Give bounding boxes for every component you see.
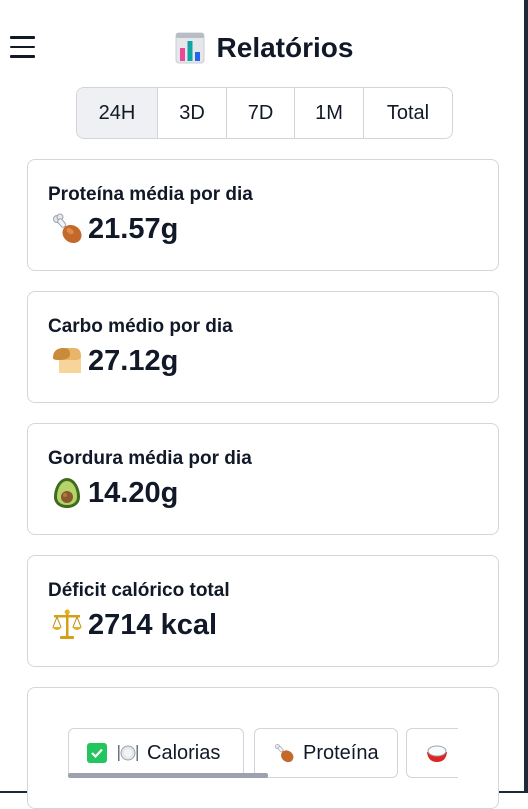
balance-scale-icon xyxy=(52,609,82,639)
page-title: Relatórios xyxy=(216,32,354,63)
card-value: 2714 kcal xyxy=(88,608,218,641)
chip-label: Calorias xyxy=(147,741,221,764)
checkbox-checked-icon[interactable] xyxy=(87,743,107,763)
card-value: 21.57g xyxy=(88,212,179,245)
protein-card: Proteína média por dia 21.57g xyxy=(27,159,499,271)
filter-chip-carbs[interactable] xyxy=(406,728,458,778)
tab-24h[interactable]: 24H xyxy=(77,88,158,138)
window-edge xyxy=(524,0,528,793)
fat-card: Gordura média por dia 14.20g xyxy=(27,423,499,535)
avocado-icon xyxy=(54,478,80,508)
tab-total[interactable]: Total xyxy=(364,88,452,138)
bar-chart-icon xyxy=(175,32,205,64)
poultry-leg-icon xyxy=(53,213,82,244)
card-value: 14.20g xyxy=(88,476,179,509)
carb-card: Carbo médio por dia 27.12g xyxy=(27,291,499,403)
poultry-leg-icon xyxy=(274,743,294,763)
card-label: Déficit calórico total xyxy=(48,580,230,601)
card-label: Carbo médio por dia xyxy=(48,316,233,337)
filter-chip-calories[interactable]: Calorias xyxy=(68,728,244,778)
calorie-deficit-card: Déficit calórico total 2714 kcal xyxy=(27,555,499,667)
tab-3d[interactable]: 3D xyxy=(158,88,227,138)
page-header: Relatórios xyxy=(0,28,528,68)
card-label: Proteína média por dia xyxy=(48,184,253,205)
bread-icon xyxy=(53,348,81,373)
tab-1m[interactable]: 1M xyxy=(295,88,364,138)
chart-filter-chips[interactable]: Calorias Proteína xyxy=(68,728,458,788)
chart-card: Calorias Proteína xyxy=(27,687,499,809)
filter-chip-protein[interactable]: Proteína xyxy=(254,728,398,778)
rice-icon xyxy=(427,745,447,762)
chip-label: Proteína xyxy=(303,741,379,764)
card-value: 27.12g xyxy=(88,344,179,377)
time-range-tabs: 24H 3D 7D 1M Total xyxy=(76,87,453,139)
tab-7d[interactable]: 7D xyxy=(227,88,295,138)
plate-icon xyxy=(118,745,138,761)
card-label: Gordura média por dia xyxy=(48,448,252,469)
horizontal-scrollbar[interactable] xyxy=(68,773,268,778)
